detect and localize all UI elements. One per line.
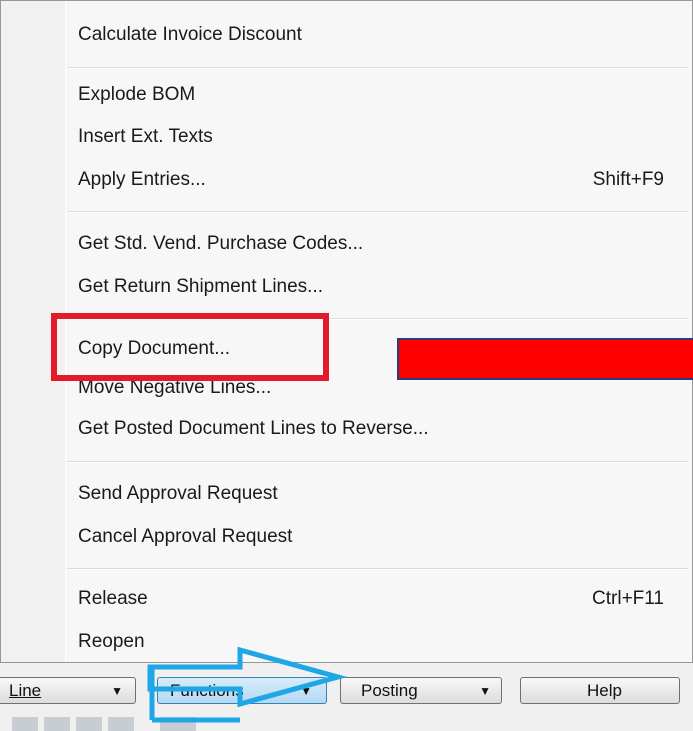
menu-item-cancel-approval-request[interactable]: Cancel Approval Request — [67, 516, 686, 558]
menu-item-label: Reopen — [78, 631, 145, 652]
menu-item-insert-ext-texts[interactable]: Insert Ext. Texts — [67, 116, 686, 158]
highlight-box — [51, 313, 329, 381]
menu-item-label: Get Posted Document Lines to Reverse... — [78, 418, 429, 439]
posting-menu-button[interactable]: Posting ▼ — [340, 677, 502, 704]
menu-item-label: Get Std. Vend. Purchase Codes... — [78, 233, 364, 254]
menu-separator — [67, 461, 688, 463]
menu-item-get-posted-document-lines-to-reverse[interactable]: Get Posted Document Lines to Reverse... — [67, 408, 686, 450]
status-cell — [108, 717, 134, 731]
help-button-label: Help — [587, 680, 622, 700]
status-cell — [76, 717, 102, 731]
menu-separator — [67, 67, 688, 69]
menu-item-get-std-vend-purchase-codes[interactable]: Get Std. Vend. Purchase Codes... — [67, 223, 686, 265]
line-menu-button[interactable]: Line ▼ — [0, 677, 136, 704]
menu-item-label: Explode BOM — [78, 84, 196, 105]
menu-item-label: Apply Entries... — [78, 169, 206, 190]
status-strip — [0, 712, 240, 731]
status-cell — [44, 717, 70, 731]
menu-item-release[interactable]: Release Ctrl+F11 — [67, 578, 686, 620]
menu-item-label: Insert Ext. Texts — [78, 126, 213, 147]
menu-item-get-return-shipment-lines[interactable]: Get Return Shipment Lines... — [67, 266, 686, 308]
status-cell — [160, 717, 196, 731]
chevron-down-icon: ▼ — [300, 683, 312, 698]
menu-item-explode-bom[interactable]: Explode BOM — [67, 74, 686, 116]
chevron-down-icon: ▼ — [479, 683, 491, 698]
menu-item-calculate-invoice-discount[interactable]: Calculate Invoice Discount — [67, 14, 686, 56]
menu-item-label: Cancel Approval Request — [78, 526, 293, 547]
posting-button-label: Posting — [361, 680, 418, 700]
menu-separator — [67, 568, 688, 570]
status-cell — [12, 717, 38, 731]
menu-item-shortcut: Shift+F9 — [592, 169, 664, 190]
functions-menu-button[interactable]: Functions ▼ — [157, 677, 327, 704]
help-button[interactable]: Help — [520, 677, 680, 704]
redaction-bar — [397, 338, 693, 380]
menu-item-label: Send Approval Request — [78, 483, 278, 504]
menu-separator — [67, 211, 688, 213]
menu-item-label: Release — [78, 588, 148, 609]
menu-item-apply-entries[interactable]: Apply Entries... Shift+F9 — [67, 159, 686, 201]
line-button-label: Line — [9, 680, 42, 700]
menu-item-reopen[interactable]: Reopen — [67, 621, 686, 663]
menu-item-send-approval-request[interactable]: Send Approval Request — [67, 473, 686, 515]
chevron-down-icon: ▼ — [111, 683, 123, 698]
menu-item-label: Calculate Invoice Discount — [78, 24, 302, 45]
functions-button-label: Functions — [170, 680, 244, 700]
menu-item-label: Get Return Shipment Lines... — [78, 276, 324, 297]
menu-item-shortcut: Ctrl+F11 — [592, 588, 664, 609]
